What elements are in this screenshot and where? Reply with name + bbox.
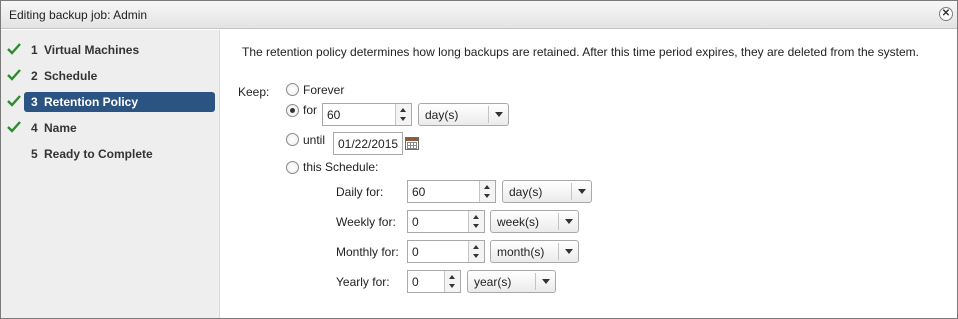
step-label: Name — [44, 121, 77, 135]
retention-policy-panel: The retention policy determines how long… — [221, 30, 957, 318]
until-label: until — [303, 133, 326, 147]
for-unit-value: day(s) — [425, 108, 459, 122]
close-icon[interactable]: ✕ — [939, 7, 953, 21]
spin-down-icon[interactable] — [473, 254, 479, 258]
checkmark-icon — [7, 43, 21, 55]
step-schedule[interactable]: 2 Schedule — [1, 66, 220, 86]
monthly-value-stepper[interactable]: 0 — [407, 240, 485, 263]
weekly-unit-value: week(s) — [497, 215, 540, 229]
yearly-unit-value: year(s) — [474, 275, 512, 289]
step-number: 2 — [31, 69, 38, 83]
stepper-arrows[interactable] — [479, 181, 495, 202]
dialog-window: Editing backup job: Admin ✕ 1 Virtual Ma… — [0, 0, 958, 319]
yearly-label: Yearly for: — [336, 275, 390, 289]
stepper-arrows[interactable] — [395, 104, 411, 125]
daily-value-stepper[interactable]: 60 — [407, 180, 496, 203]
forever-label: Forever — [303, 83, 345, 97]
schedule-label: this Schedule: — [303, 160, 379, 174]
window-title: Editing backup job: Admin — [9, 8, 148, 22]
chevron-down-icon — [571, 183, 591, 200]
stepper-arrows[interactable] — [444, 271, 460, 292]
keep-label: Keep: — [238, 85, 270, 99]
spin-down-icon[interactable] — [400, 117, 406, 121]
for-label: for — [303, 103, 318, 117]
step-number: 3 — [31, 95, 38, 109]
spin-up-icon[interactable] — [449, 275, 455, 279]
for-value-stepper[interactable]: 60 — [322, 103, 412, 126]
monthly-unit-value: month(s) — [497, 245, 545, 259]
until-radio[interactable] — [286, 133, 299, 146]
for-radio[interactable] — [286, 104, 299, 117]
step-virtual-machines[interactable]: 1 Virtual Machines — [1, 40, 220, 60]
spin-up-icon[interactable] — [400, 108, 406, 112]
step-number: 4 — [31, 121, 38, 135]
step-ready-to-complete[interactable]: 5 Ready to Complete — [1, 144, 220, 164]
checkmark-icon — [7, 121, 21, 133]
for-unit-select[interactable]: day(s) — [418, 103, 509, 126]
checkmark-icon — [7, 69, 21, 81]
chevron-down-icon — [558, 243, 578, 260]
spin-down-icon[interactable] — [473, 224, 479, 228]
description-text: The retention policy determines how long… — [242, 45, 920, 59]
weekly-unit-select[interactable]: week(s) — [490, 210, 579, 233]
spin-up-icon[interactable] — [473, 215, 479, 219]
checkmark-icon — [7, 95, 21, 107]
stepper-arrows[interactable] — [468, 241, 484, 262]
schedule-radio[interactable] — [286, 161, 299, 174]
weekly-label: Weekly for: — [336, 215, 396, 229]
until-date-input[interactable]: 01/22/2015 — [333, 132, 403, 155]
yearly-value-stepper[interactable]: 0 — [407, 270, 461, 293]
daily-unit-select[interactable]: day(s) — [502, 180, 592, 203]
monthly-unit-select[interactable]: month(s) — [490, 240, 579, 263]
daily-unit-value: day(s) — [509, 185, 543, 199]
yearly-value: 0 — [412, 275, 419, 289]
step-retention-policy[interactable]: 3 Retention Policy — [1, 92, 220, 112]
weekly-value-stepper[interactable]: 0 — [407, 210, 485, 233]
daily-label: Daily for: — [336, 185, 384, 199]
step-label: Ready to Complete — [44, 147, 153, 161]
chevron-down-icon — [488, 106, 508, 123]
spin-up-icon[interactable] — [473, 245, 479, 249]
yearly-unit-select[interactable]: year(s) — [467, 270, 556, 293]
step-label: Virtual Machines — [44, 43, 140, 57]
forever-radio[interactable] — [286, 83, 299, 96]
step-label: Retention Policy — [44, 95, 139, 109]
spin-down-icon[interactable] — [484, 194, 490, 198]
daily-value: 60 — [412, 185, 426, 199]
chevron-down-icon — [535, 273, 555, 290]
wizard-steps-sidebar: 1 Virtual Machines 2 Schedule 3 Retentio… — [1, 30, 220, 318]
title-bar: Editing backup job: Admin ✕ — [1, 1, 957, 29]
until-date-value: 01/22/2015 — [338, 137, 399, 151]
stepper-arrows[interactable] — [468, 211, 484, 232]
monthly-value: 0 — [412, 245, 419, 259]
weekly-value: 0 — [412, 215, 419, 229]
step-number: 1 — [31, 43, 38, 57]
chevron-down-icon — [558, 213, 578, 230]
for-value: 60 — [327, 108, 341, 122]
step-number: 5 — [31, 147, 38, 161]
spin-down-icon[interactable] — [449, 284, 455, 288]
step-label: Schedule — [44, 69, 98, 83]
spin-up-icon[interactable] — [484, 185, 490, 189]
monthly-label: Monthly for: — [336, 245, 399, 259]
step-name[interactable]: 4 Name — [1, 118, 220, 138]
calendar-icon[interactable] — [405, 137, 419, 150]
